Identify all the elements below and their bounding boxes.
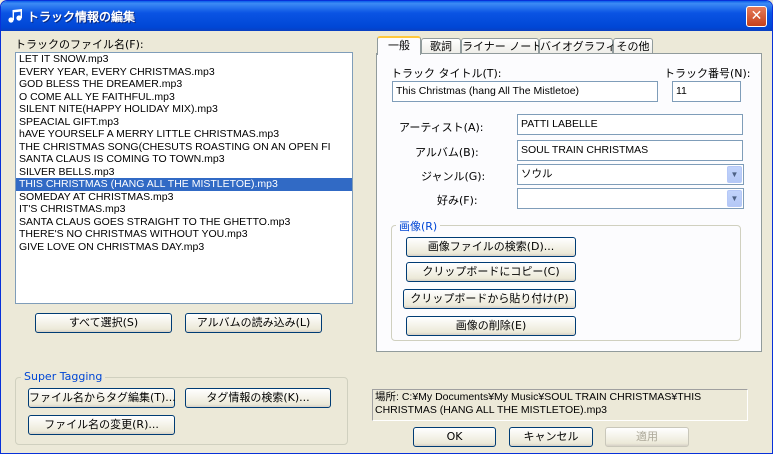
track-file-item[interactable]: EVERY YEAR, EVERY CHRISTMAS.mp3 [16, 66, 352, 79]
album-field[interactable]: SOUL TRAIN CHRISTMAS [517, 140, 743, 161]
track-file-item[interactable]: THIS CHRISTMAS (HANG ALL THE MISTLETOE).… [16, 178, 352, 191]
paste-from-clipboard-button[interactable]: クリップボードから貼り付け(P) [403, 289, 576, 309]
track-files-label: トラックのファイル名(F): [15, 38, 144, 51]
track-file-item[interactable]: SOMEDAY AT CHRISTMAS.mp3 [16, 191, 352, 204]
super-tagging-title: Super Tagging [21, 370, 106, 383]
track-title-label: トラック タイトル(T): [391, 67, 502, 80]
music-note-icon [8, 9, 22, 23]
track-info-dialog: トラック情報の編集 ✕ トラックのファイル名(F): LET IT SNOW.m… [0, 0, 773, 454]
ok-button[interactable]: OK [413, 427, 496, 447]
rating-select[interactable]: ▼ [517, 188, 744, 209]
delete-image-button[interactable]: 画像の削除(E) [406, 316, 576, 336]
track-file-item[interactable]: LET IT SNOW.mp3 [16, 53, 352, 66]
apply-button[interactable]: 適用 [605, 427, 689, 447]
track-file-item[interactable]: THE CHRISTMAS SONG(CHESUTS ROASTING ON A… [16, 141, 352, 154]
select-all-button[interactable]: すべて選択(S) [35, 313, 172, 333]
track-number-field[interactable]: 11 [672, 81, 741, 102]
chevron-down-icon[interactable]: ▼ [727, 190, 742, 207]
track-file-item[interactable]: SILENT NITE(HAPPY HOLIDAY MIX).mp3 [16, 103, 352, 116]
track-file-item[interactable]: SPEACIAL GIFT.mp3 [16, 116, 352, 129]
file-location-text: 場所: C:¥My Documents¥My Music¥SOUL TRAIN … [372, 389, 748, 421]
track-file-item[interactable]: IT'S CHRISTMAS.mp3 [16, 203, 352, 216]
chevron-down-icon[interactable]: ▼ [727, 166, 742, 183]
rating-label: 好み(F): [437, 194, 478, 207]
genre-select[interactable]: ソウル ▼ [517, 164, 744, 185]
artist-label: アーティスト(A): [399, 121, 484, 134]
title-bar[interactable]: トラック情報の編集 ✕ [1, 1, 772, 31]
window-title: トラック情報の編集 [27, 10, 136, 24]
artist-field[interactable]: PATTI LABELLE [517, 114, 743, 135]
rename-file-button[interactable]: ファイル名の変更(R)... [28, 415, 175, 435]
close-button[interactable]: ✕ [746, 6, 767, 27]
search-image-file-button[interactable]: 画像ファイルの検索(D)... [406, 237, 576, 257]
track-file-item[interactable]: GOD BLESS THE DREAMER.mp3 [16, 78, 352, 91]
tag-from-filename-button[interactable]: ファイル名からタグ編集(T)... [28, 388, 176, 408]
search-tag-info-button[interactable]: タグ情報の検索(K)... [185, 388, 331, 408]
genre-label: ジャンル(G): [421, 170, 486, 183]
album-label: アルバム(B): [415, 146, 479, 159]
tab-general[interactable]: 一般 [377, 36, 421, 55]
copy-to-clipboard-button[interactable]: クリップボードにコピー(C) [406, 262, 576, 282]
close-icon: ✕ [750, 8, 763, 24]
genre-value: ソウル [521, 168, 553, 180]
track-file-item[interactable]: O COME ALL YE FAITHFUL.mp3 [16, 91, 352, 104]
general-tab-panel: トラック タイトル(T): This Christmas (hang All T… [376, 53, 762, 352]
track-file-item[interactable]: GIVE LOVE ON CHRISTMAS DAY.mp3 [16, 241, 352, 254]
track-file-item[interactable]: hAVE YOURSELF A MERRY LITTLE CHRISTMAS.m… [16, 128, 352, 141]
track-file-list[interactable]: LET IT SNOW.mp3 EVERY YEAR, EVERY CHRISTM… [15, 52, 353, 304]
load-album-button[interactable]: アルバムの読み込み(L) [185, 313, 322, 333]
track-file-item[interactable]: THERE'S NO CHRISTMAS WITHOUT YOU.mp3 [16, 228, 352, 241]
track-number-label: トラック番号(N): [664, 67, 751, 80]
track-file-item[interactable]: SANTA CLAUS GOES STRAIGHT TO THE GHETTO.… [16, 216, 352, 229]
cancel-button[interactable]: キャンセル [509, 427, 593, 447]
image-group-title: 画像(R) [396, 218, 441, 234]
track-title-field[interactable]: This Christmas (hang All The Mistletoe) [392, 81, 658, 102]
track-file-item[interactable]: SILVER BELLS.mp3 [16, 166, 352, 179]
track-file-item[interactable]: SANTA CLAUS IS COMING TO TOWN.mp3 [16, 153, 352, 166]
